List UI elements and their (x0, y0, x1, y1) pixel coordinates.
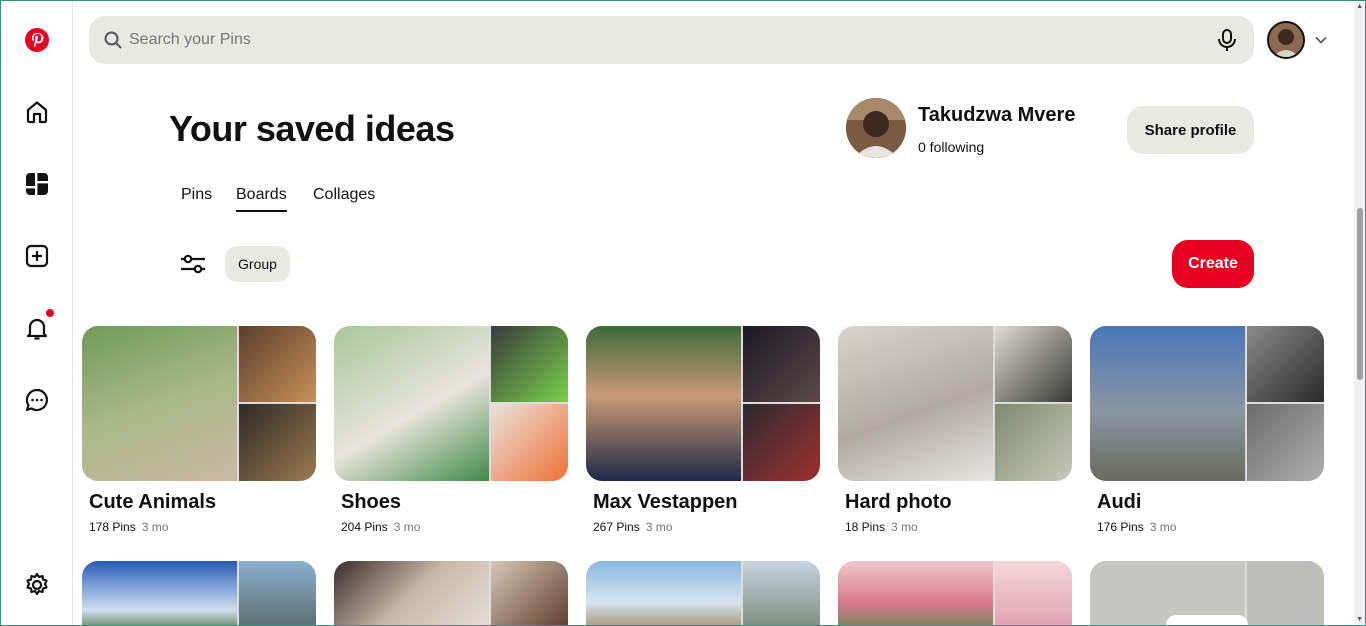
board-name: Cute Animals (89, 491, 217, 513)
board-cover-image (743, 561, 820, 626)
board-cover-image (743, 326, 820, 402)
board-updated: 3 mo (141, 520, 169, 534)
board-card[interactable]: Cute Animals 178 Pins 3 mo (82, 326, 316, 534)
page-title: Your saved ideas (169, 108, 455, 149)
create-button[interactable]: Create (1172, 240, 1254, 288)
board-cover-image (239, 404, 316, 481)
share-profile-button[interactable]: Share profile (1127, 106, 1254, 154)
board-card[interactable] (838, 561, 1072, 626)
tab-collages[interactable]: Collages (313, 186, 375, 204)
board-cover-image (995, 326, 1072, 402)
board-cover (334, 326, 568, 481)
board-cover (586, 326, 820, 481)
board-card[interactable] (82, 561, 316, 626)
board-cover-placeholder (1090, 561, 1324, 626)
board-updated: 3 mo (1149, 520, 1177, 534)
board-card[interactable] (334, 561, 568, 626)
board-card[interactable] (1090, 561, 1324, 626)
scroll-down-icon[interactable]: ▼ (1356, 616, 1363, 623)
board-cover-image (586, 561, 741, 626)
search-bar (89, 16, 1254, 64)
board-cover-image (334, 561, 489, 626)
board-cover (82, 326, 316, 481)
board-cover-image (491, 561, 568, 626)
board-name: Max Vestappen (593, 491, 738, 513)
notification-dot (46, 309, 54, 317)
board-cover-image (239, 326, 316, 402)
board-cover-image (491, 404, 568, 481)
microphone-icon[interactable] (1216, 28, 1238, 57)
board-card[interactable]: Audi 176 Pins 3 mo (1090, 326, 1324, 534)
board-meta: 18 Pins 3 mo (845, 520, 918, 534)
board-cover (82, 561, 316, 626)
board-card[interactable] (586, 561, 820, 626)
scrollbar[interactable]: ▲ ▼ (1354, 0, 1366, 626)
board-meta: 178 Pins 3 mo (89, 520, 168, 534)
board-pin-count: 176 Pins (1097, 520, 1144, 534)
board-cover-image (82, 326, 237, 481)
messages-icon[interactable] (18, 381, 56, 419)
scrollbar-thumb[interactable] (1357, 208, 1363, 380)
home-icon[interactable] (18, 93, 56, 131)
board-pin-count: 204 Pins (341, 520, 388, 534)
board-cover-image (838, 326, 993, 481)
board-card[interactable]: Max Vestappen 267 Pins 3 mo (586, 326, 820, 534)
board-cover-image (1247, 404, 1324, 481)
board-cover-image (82, 561, 237, 626)
board-cover-image (743, 404, 820, 481)
board-meta: 176 Pins 3 mo (1097, 520, 1176, 534)
loading-pill (1166, 615, 1248, 626)
board-updated: 3 mo (891, 520, 918, 534)
board-pin-count: 18 Pins (845, 520, 886, 534)
board-cover-image (995, 561, 1072, 626)
tab-boards[interactable]: Boards (236, 186, 287, 212)
board-name: Hard photo (845, 491, 952, 513)
pinterest-logo[interactable] (18, 21, 56, 59)
board-cover (1090, 326, 1324, 481)
board-updated: 3 mo (645, 520, 673, 534)
board-card[interactable]: Hard photo 18 Pins 3 mo (838, 326, 1072, 534)
board-cover-image (239, 561, 316, 626)
board-cover-image (1247, 326, 1324, 402)
profile-avatar[interactable] (846, 98, 906, 158)
board-cover (838, 561, 1072, 626)
board-cover-image (1247, 561, 1324, 626)
board-cover (586, 561, 820, 626)
board-name: Shoes (341, 491, 402, 513)
chevron-down-icon[interactable] (1314, 33, 1328, 52)
create-icon[interactable] (18, 237, 56, 275)
settings-icon[interactable] (18, 566, 56, 604)
search-icon (103, 30, 123, 55)
board-cover-image (491, 326, 568, 402)
board-cover-image (586, 326, 741, 481)
tab-pins[interactable]: Pins (181, 186, 212, 204)
board-meta: 267 Pins 3 mo (593, 520, 672, 534)
scroll-up-icon[interactable]: ▲ (1356, 3, 1363, 10)
board-pin-count: 178 Pins (89, 520, 136, 534)
board-name: Audi (1097, 491, 1142, 513)
board-card[interactable]: Shoes 204 Pins 3 mo (334, 326, 568, 534)
board-cover (334, 561, 568, 626)
board-cover-image (1090, 326, 1245, 481)
board-cover-image (995, 404, 1072, 481)
board-updated: 3 mo (393, 520, 421, 534)
notifications-icon[interactable] (18, 309, 56, 347)
left-nav-rail (0, 0, 73, 626)
search-input[interactable] (129, 16, 1179, 64)
board-meta: 204 Pins 3 mo (341, 520, 420, 534)
filter-sliders-icon[interactable] (178, 250, 208, 278)
group-button[interactable]: Group (225, 246, 290, 282)
board-pin-count: 267 Pins (593, 520, 640, 534)
board-cover-image (334, 326, 489, 481)
board-cover (838, 326, 1072, 481)
profile-name[interactable]: Takudzwa Mvere (918, 104, 1075, 127)
account-avatar[interactable] (1267, 21, 1305, 59)
board-cover-image (838, 561, 993, 626)
boards-icon[interactable] (18, 165, 56, 203)
following-count[interactable]: 0 following (918, 139, 984, 155)
